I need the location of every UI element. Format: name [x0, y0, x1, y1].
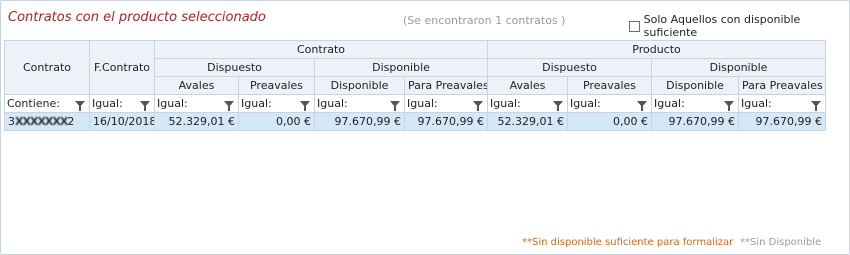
sufficient-filter-toggle[interactable]: Solo Aquellos con disponible suficiente: [629, 13, 849, 39]
filter-funnel-icon[interactable]: [473, 100, 484, 111]
panel-title: Contratos con el producto seleccionado: [8, 10, 266, 25]
filter-operator: Igual:: [317, 97, 348, 110]
filter-cell[interactable]: Igual:: [238, 94, 315, 113]
cell-producto-para-preavales[interactable]: 97.670,99 €: [738, 112, 827, 131]
cell-contrato-para-preavales[interactable]: 97.670,99 €: [403, 112, 489, 131]
filter-operator: Contiene:: [7, 97, 60, 110]
filter-operator: Igual:: [92, 97, 123, 110]
subgroup-contrato-dispuesto: Dispuesto: [154, 58, 315, 77]
subgroup-contrato-disponible: Disponible: [313, 58, 489, 77]
col-header-contrato[interactable]: Contrato: [4, 40, 90, 95]
filter-funnel-icon[interactable]: [553, 100, 564, 111]
col-header-producto-preavales[interactable]: Preavales: [567, 76, 653, 95]
col-header-contrato-preavales[interactable]: Preavales: [238, 76, 315, 95]
subgroup-producto-dispuesto: Dispuesto: [487, 58, 653, 77]
filter-cell[interactable]: Igual:: [567, 94, 653, 113]
group-header-contrato: Contrato: [153, 40, 489, 59]
col-header-contrato-para-preavales[interactable]: Para Preavales: [403, 76, 489, 95]
group-header-producto: Producto: [487, 40, 827, 59]
results-count: (Se encontraron 1 contratos ): [403, 14, 566, 27]
filter-operator: Igual:: [490, 97, 521, 110]
filter-cell[interactable]: Igual:: [154, 94, 239, 113]
filter-row: Contiene: Igual: Igual: Igual: Igual: Ig…: [4, 94, 827, 113]
filter-funnel-icon[interactable]: [140, 100, 150, 111]
contracts-grid: Contrato F.Contrato Contrato Producto Di…: [4, 40, 827, 131]
filter-cell[interactable]: Igual:: [314, 94, 405, 113]
cell-producto-disponible[interactable]: 97.670,99 €: [651, 112, 740, 131]
filter-operator: Igual:: [741, 97, 772, 110]
filter-operator: Igual:: [407, 97, 438, 110]
filter-funnel-icon[interactable]: [300, 100, 310, 111]
table-row[interactable]: 3XXXXXXX2 16/10/2018 52.329,01 € 0,00 € …: [4, 112, 827, 131]
filter-operator: Igual:: [570, 97, 601, 110]
filter-funnel-icon[interactable]: [390, 100, 400, 111]
cell-contrato-disponible[interactable]: 97.670,99 €: [314, 112, 405, 131]
masked-contract-number: XXXXXXX: [15, 115, 68, 128]
col-header-producto-disponible[interactable]: Disponible: [651, 76, 740, 95]
cell-contrato-avales[interactable]: 52.329,01 €: [154, 112, 239, 131]
filter-cell[interactable]: Contiene:: [4, 94, 90, 113]
filter-operator: Igual:: [241, 97, 272, 110]
filter-operator: Igual:: [157, 97, 188, 110]
sufficient-checkbox[interactable]: [629, 20, 640, 32]
filter-cell[interactable]: Igual:: [738, 94, 827, 113]
legend-unavailable: **Sin Disponible: [740, 237, 822, 248]
cell-contrato-preavales[interactable]: 0,00 €: [238, 112, 315, 131]
cell-producto-preavales[interactable]: 0,00 €: [567, 112, 653, 131]
filter-funnel-icon[interactable]: [811, 100, 822, 111]
filter-funnel-icon[interactable]: [224, 100, 234, 111]
col-header-producto-avales[interactable]: Avales: [487, 76, 569, 95]
sufficient-checkbox-label[interactable]: Solo Aquellos con disponible suficiente: [644, 13, 849, 39]
filter-cell[interactable]: Igual:: [89, 94, 155, 113]
col-header-contrato-avales[interactable]: Avales: [154, 76, 239, 95]
filter-cell[interactable]: Igual:: [403, 94, 489, 113]
contracts-panel: Contratos con el producto seleccionado (…: [0, 0, 850, 255]
legend-insufficient: **Sin disponible suficiente para formali…: [522, 237, 734, 248]
cell-fcontrato[interactable]: 16/10/2018: [89, 112, 155, 131]
col-header-fcontrato[interactable]: F.Contrato: [89, 40, 155, 95]
filter-funnel-icon[interactable]: [75, 100, 85, 111]
cell-contrato[interactable]: 3XXXXXXX2: [4, 112, 90, 131]
col-header-contrato-disponible[interactable]: Disponible: [314, 76, 405, 95]
cell-producto-avales[interactable]: 52.329,01 €: [487, 112, 569, 131]
subgroup-producto-disponible: Disponible: [651, 58, 827, 77]
filter-funnel-icon[interactable]: [637, 100, 648, 111]
filter-cell[interactable]: Igual:: [487, 94, 569, 113]
filter-cell[interactable]: Igual:: [651, 94, 740, 113]
filter-funnel-icon[interactable]: [724, 100, 735, 111]
filter-operator: Igual:: [654, 97, 685, 110]
col-header-producto-para-preavales[interactable]: Para Preavales: [738, 76, 827, 95]
